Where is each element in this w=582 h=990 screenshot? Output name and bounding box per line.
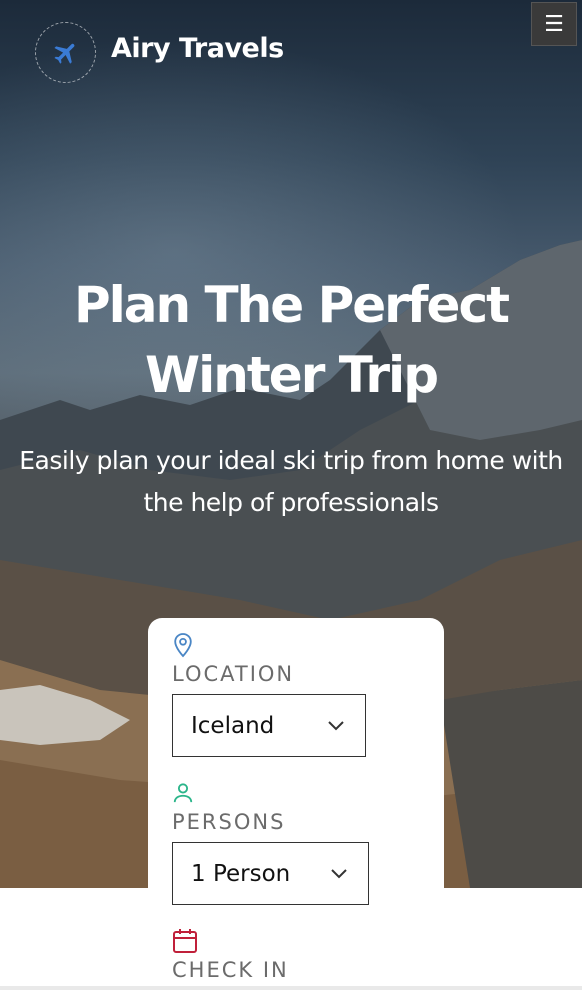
persons-label: PERSONS — [172, 810, 286, 834]
hero-title-line2: Winter Trip — [145, 346, 439, 404]
hamburger-menu-icon: ☰ — [544, 11, 564, 37]
divider — [0, 986, 582, 990]
hero-title: Plan The Perfect Winter Trip — [0, 270, 582, 410]
persons-select[interactable]: 1 Person — [172, 842, 369, 905]
calendar-icon — [173, 929, 197, 953]
hero-subtitle-line2: the help of professionals — [143, 488, 439, 517]
persons-value: 1 Person — [191, 860, 291, 887]
booking-card: LOCATION Iceland PERSONS 1 Person CHECK … — [148, 618, 444, 990]
chevron-down-icon — [331, 869, 347, 879]
map-pin-icon — [174, 633, 192, 658]
airplane-icon — [53, 43, 74, 64]
hero-subtitle-line1: Easily plan your ideal ski trip from hom… — [19, 446, 563, 475]
person-icon — [173, 783, 193, 803]
menu-button[interactable]: ☰ — [531, 2, 577, 46]
location-select[interactable]: Iceland — [172, 694, 366, 757]
chevron-down-icon — [328, 721, 344, 731]
location-value: Iceland — [191, 712, 275, 739]
location-label: LOCATION — [172, 662, 295, 686]
hero-subtitle: Easily plan your ideal ski trip from hom… — [0, 440, 582, 524]
hero-title-line1: Plan The Perfect — [74, 276, 510, 334]
check-in-label: CHECK IN — [172, 958, 289, 982]
brand-name[interactable]: Airy Travels — [111, 33, 284, 64]
logo[interactable] — [35, 22, 96, 83]
